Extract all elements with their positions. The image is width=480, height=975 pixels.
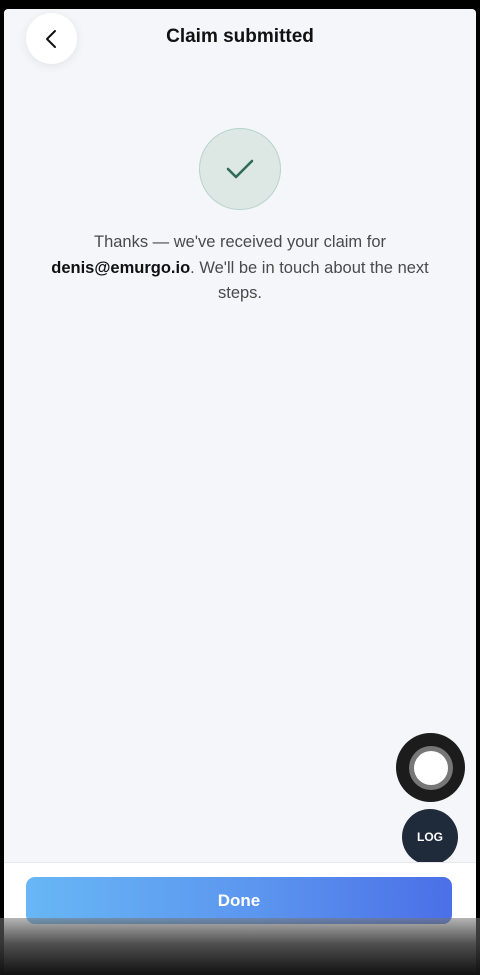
confirmation-message: Thanks — we've received your claim for d… — [34, 230, 446, 307]
record-button[interactable] — [396, 733, 465, 802]
message-text-before: Thanks — we've received your claim for — [93, 233, 386, 251]
record-icon — [408, 745, 453, 790]
checkmark-icon — [226, 159, 254, 179]
message-text-after: . We'll be in touch about the next steps… — [190, 258, 429, 303]
page-title: Claim submitted — [166, 26, 314, 47]
done-button[interactable]: Done — [26, 877, 452, 924]
claim-email: denis@emurgo.io — [51, 258, 191, 277]
success-badge — [199, 128, 281, 210]
home-indicator-area — [0, 918, 480, 975]
record-dot — [413, 750, 448, 785]
log-button[interactable]: LOG — [402, 809, 458, 865]
screen: Claim submitted Thanks — we've received … — [4, 9, 476, 975]
header: Claim submitted — [4, 9, 476, 67]
